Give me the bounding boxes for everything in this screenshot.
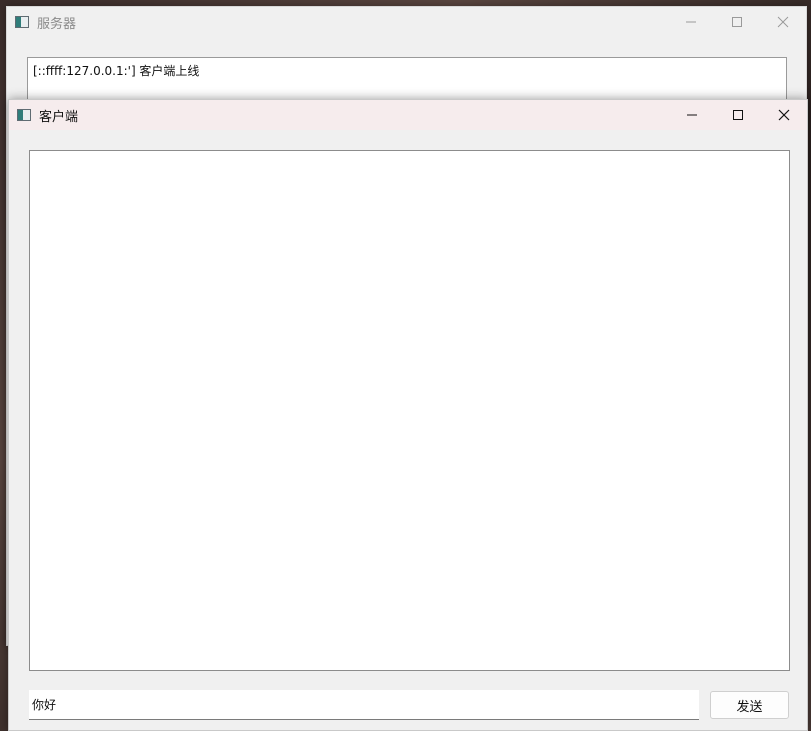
client-window: 客户端 发送 — [8, 99, 808, 731]
maximize-button[interactable] — [715, 100, 761, 130]
server-titlebar[interactable]: 服务器 — [7, 7, 806, 37]
minimize-button[interactable] — [669, 100, 715, 130]
client-window-controls — [669, 100, 807, 130]
close-icon — [778, 109, 790, 121]
message-input[interactable] — [29, 690, 699, 720]
close-button[interactable] — [760, 7, 806, 37]
chat-history[interactable] — [29, 150, 790, 671]
close-button[interactable] — [761, 100, 807, 130]
maximize-button[interactable] — [714, 7, 760, 37]
client-titlebar[interactable]: 客户端 — [9, 100, 807, 130]
minimize-button[interactable] — [668, 7, 714, 37]
server-log-line: [::ffff:127.0.0.1:'] 客户端上线 — [33, 64, 200, 78]
minimize-icon — [686, 21, 696, 23]
app-icon[interactable] — [15, 16, 29, 28]
server-title: 服务器 — [37, 16, 77, 32]
client-title: 客户端 — [39, 109, 79, 125]
maximize-icon — [733, 110, 743, 120]
maximize-icon — [732, 17, 742, 27]
minimize-icon — [687, 114, 697, 116]
send-button[interactable]: 发送 — [710, 691, 789, 719]
server-window-controls — [668, 7, 806, 37]
close-icon — [777, 16, 789, 28]
app-icon[interactable] — [17, 109, 31, 121]
